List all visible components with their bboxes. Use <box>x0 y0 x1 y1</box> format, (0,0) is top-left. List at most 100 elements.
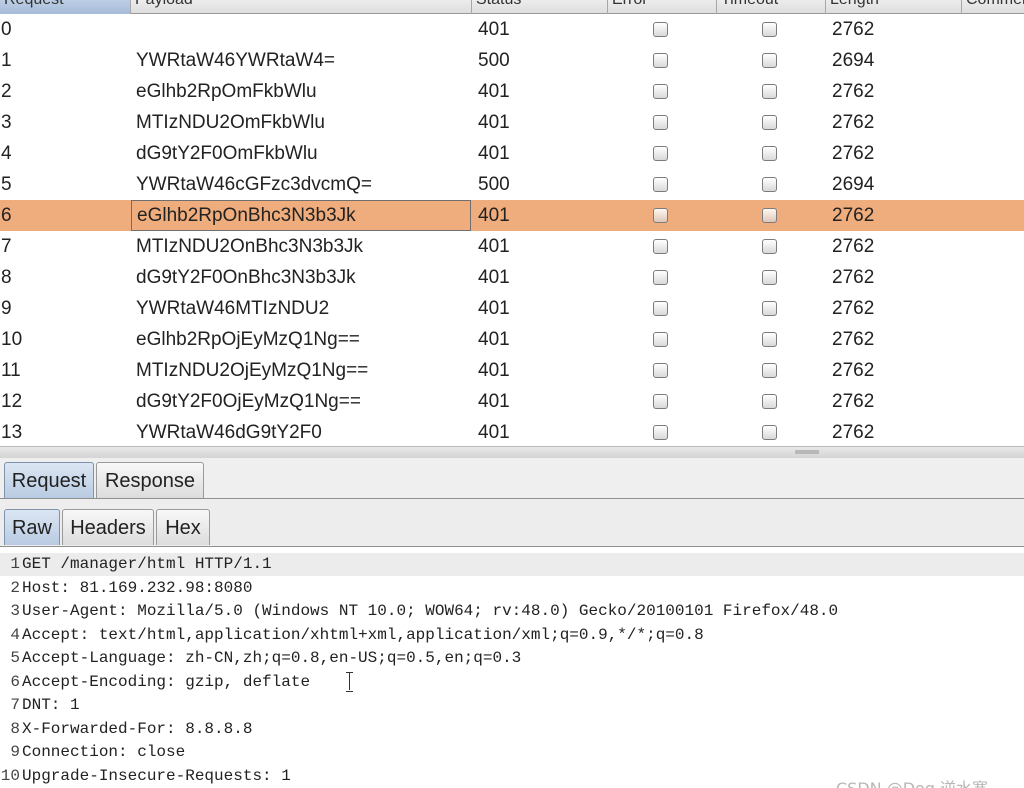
table-row[interactable]: 8 dG9tY2F0OnBhc3N3b3Jk 401 2762 <box>0 262 1024 293</box>
timeout-checkbox[interactable] <box>762 394 777 409</box>
line-text: Host: 81.169.232.98:8080 <box>22 578 253 597</box>
pane-splitter[interactable] <box>0 446 1024 458</box>
burp-intruder-results-window: Request Payload Status Error Timeout Len… <box>0 0 1024 788</box>
table-row[interactable]: 10 eGlhb2RpOjEyMzQ1Ng== 401 2762 <box>0 324 1024 355</box>
cell-status: 500 <box>478 174 510 195</box>
line-text: Upgrade-Insecure-Requests: 1 <box>22 766 291 785</box>
cell-timeout <box>762 45 782 76</box>
cell-payload: MTIzNDU2OjEyMzQ1Ng== <box>136 360 369 381</box>
cell-timeout <box>762 76 782 107</box>
column-header-error[interactable]: Error <box>608 0 717 14</box>
cell-length: 2762 <box>832 143 875 164</box>
cell-payload: MTIzNDU2OnBhc3N3b3Jk <box>136 236 364 257</box>
cell-request: 1 <box>1 50 12 71</box>
cell-error <box>653 324 673 355</box>
cell-status: 401 <box>478 360 510 381</box>
cell-error <box>653 417 673 448</box>
table-row[interactable]: 1 YWRtaW46YWRtaW4= 500 2694 <box>0 45 1024 76</box>
error-checkbox[interactable] <box>653 146 668 161</box>
raw-request-editor[interactable]: 1 GET /manager/html HTTP/1.1 2 Host: 81.169… <box>0 547 1024 788</box>
error-checkbox[interactable] <box>653 301 668 316</box>
cell-payload: YWRtaW46YWRtaW4= <box>136 50 336 71</box>
error-checkbox[interactable] <box>653 332 668 347</box>
error-checkbox[interactable] <box>653 177 668 192</box>
column-header-timeout[interactable]: Timeout <box>717 0 826 14</box>
column-header-length[interactable]: Length <box>826 0 962 14</box>
cell-length: 2762 <box>832 422 875 443</box>
tab-raw[interactable]: Raw <box>4 509 60 545</box>
line-number: 10 <box>0 766 20 785</box>
cell-request: 0 <box>1 19 12 40</box>
tab-response[interactable]: Response <box>96 462 204 498</box>
error-checkbox[interactable] <box>653 208 668 223</box>
column-header-request[interactable]: Request <box>0 0 131 14</box>
cell-status: 401 <box>478 236 510 257</box>
error-checkbox[interactable] <box>653 239 668 254</box>
error-checkbox[interactable] <box>653 84 668 99</box>
cell-status: 401 <box>478 298 510 319</box>
cell-status: 401 <box>478 143 510 164</box>
timeout-checkbox[interactable] <box>762 332 777 347</box>
timeout-checkbox[interactable] <box>762 53 777 68</box>
cell-request: 9 <box>1 298 12 319</box>
column-header-status[interactable]: Status <box>472 0 608 14</box>
error-checkbox[interactable] <box>653 115 668 130</box>
table-row[interactable]: 12 dG9tY2F0OjEyMzQ1Ng== 401 2762 <box>0 386 1024 417</box>
table-row[interactable]: 11 MTIzNDU2OjEyMzQ1Ng== 401 2762 <box>0 355 1024 386</box>
cell-error <box>653 107 673 138</box>
table-row[interactable]: 7 MTIzNDU2OnBhc3N3b3Jk 401 2762 <box>0 231 1024 262</box>
line-number: 6 <box>10 672 20 691</box>
request-line: 9 Connection: close <box>0 741 1024 764</box>
tab-request[interactable]: Request <box>4 462 94 498</box>
timeout-checkbox[interactable] <box>762 177 777 192</box>
error-checkbox[interactable] <box>653 425 668 440</box>
tab-headers[interactable]: Headers <box>62 509 154 545</box>
column-header-comment[interactable]: Comment <box>962 0 1024 14</box>
table-row[interactable]: 2 eGlhb2RpOmFkbWlu 401 2762 <box>0 76 1024 107</box>
timeout-checkbox[interactable] <box>762 270 777 285</box>
line-number: 3 <box>10 602 20 620</box>
line-number: 7 <box>10 696 20 714</box>
request-line: 5 Accept-Language: zh-CN,zh;q=0.8,en-US;q… <box>0 647 1024 670</box>
cell-request: 4 <box>1 143 12 164</box>
timeout-checkbox[interactable] <box>762 208 777 223</box>
error-checkbox[interactable] <box>653 22 668 37</box>
table-row[interactable]: 0 401 2762 <box>0 14 1024 45</box>
timeout-checkbox[interactable] <box>762 22 777 37</box>
cell-request: 3 <box>1 112 12 133</box>
table-row[interactable]: 6 eGlhb2RpOnBhc3N3b3Jk 401 2762 <box>0 200 1024 231</box>
text-cursor-icon <box>345 672 355 692</box>
table-row[interactable]: 4 dG9tY2F0OmFkbWlu 401 2762 <box>0 138 1024 169</box>
watermark: CSDN @Dog 逆水寒 <box>836 775 988 788</box>
line-number: 8 <box>10 719 20 738</box>
table-row[interactable]: 13 YWRtaW46dG9tY2F0 401 2762 <box>0 417 1024 448</box>
cell-payload: YWRtaW46cGFzc3dvcmQ= <box>136 174 372 195</box>
cell-request: 10 <box>1 329 23 350</box>
cell-timeout <box>762 200 782 231</box>
cell-status: 401 <box>478 112 510 133</box>
timeout-checkbox[interactable] <box>762 363 777 378</box>
table-row[interactable]: 9 YWRtaW46MTIzNDU2 401 2762 <box>0 293 1024 324</box>
line-text: X-Forwarded-For: 8.8.8.8 <box>22 719 253 738</box>
tab-hex[interactable]: Hex <box>156 509 210 545</box>
table-row[interactable]: 3 MTIzNDU2OmFkbWlu 401 2762 <box>0 107 1024 138</box>
timeout-checkbox[interactable] <box>762 301 777 316</box>
timeout-checkbox[interactable] <box>762 425 777 440</box>
message-tab-bar: Request Response <box>0 458 1024 499</box>
error-checkbox[interactable] <box>653 53 668 68</box>
error-checkbox[interactable] <box>653 394 668 409</box>
splitter-grip[interactable] <box>795 450 819 454</box>
column-header-payload[interactable]: Payload <box>131 0 472 14</box>
request-line: 3 User-Agent: Mozilla/5.0 (Windows NT 10.… <box>0 600 1024 623</box>
error-checkbox[interactable] <box>653 363 668 378</box>
timeout-checkbox[interactable] <box>762 84 777 99</box>
line-number: 2 <box>10 578 20 597</box>
timeout-checkbox[interactable] <box>762 115 777 130</box>
error-checkbox[interactable] <box>653 270 668 285</box>
line-text: GET /manager/html HTTP/1.1 <box>22 555 272 573</box>
table-row[interactable]: 5 YWRtaW46cGFzc3dvcmQ= 500 2694 <box>0 169 1024 200</box>
timeout-checkbox[interactable] <box>762 146 777 161</box>
cell-status: 401 <box>478 81 510 102</box>
timeout-checkbox[interactable] <box>762 239 777 254</box>
cell-status: 401 <box>478 391 510 412</box>
